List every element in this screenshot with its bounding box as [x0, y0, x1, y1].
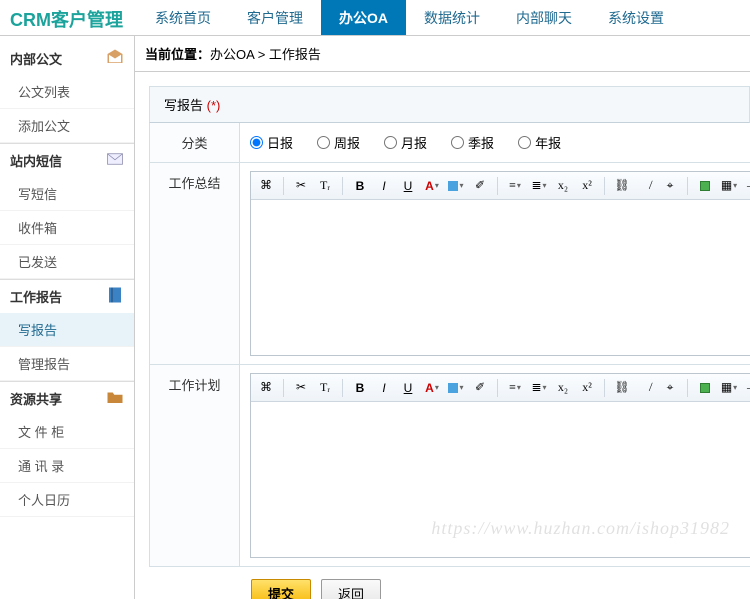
anchor-icon[interactable]: ⌖	[661, 177, 679, 195]
radio-周报[interactable]: 周报	[317, 133, 360, 152]
image-icon[interactable]	[696, 379, 714, 397]
sup-icon[interactable]: x²	[578, 379, 596, 397]
table-icon[interactable]: ▦	[720, 379, 738, 397]
eraser-icon[interactable]: ✐	[471, 379, 489, 397]
underline-icon[interactable]: U	[399, 379, 417, 397]
list-icon[interactable]: ≣	[530, 379, 548, 397]
editor-toolbar: ⌘✂TᵣBIUA✐≡≣x₂x²⛓⛓̸⌖▦—☺▶W⛶	[251, 374, 750, 402]
sidebar-item-收件箱[interactable]: 收件箱	[0, 211, 134, 245]
sidebar-item-文件柜[interactable]: 文 件 柜	[0, 415, 134, 449]
notebook-icon	[106, 286, 124, 307]
fontcolor-icon[interactable]: A	[423, 177, 441, 195]
radio-季报[interactable]: 季报	[451, 133, 494, 152]
sub-icon[interactable]: x₂	[554, 177, 572, 195]
unlink-icon[interactable]: ⛓̸	[637, 379, 655, 397]
sidebar-item-添加公文[interactable]: 添加公文	[0, 109, 134, 143]
field-label-plan: 工作计划	[150, 365, 240, 566]
source-icon[interactable]: ⌘	[257, 379, 275, 397]
category-radios: 日报 周报 月报 季报 年报	[250, 131, 740, 154]
sidebar-item-管理报告[interactable]: 管理报告	[0, 347, 134, 381]
sidebar-group-内部公文[interactable]: 内部公文	[0, 42, 134, 75]
align-icon[interactable]: ≡	[506, 379, 524, 397]
sidebar: 内部公文公文列表添加公文站内短信写短信收件箱已发送工作报告写报告管理报告资源共享…	[0, 36, 135, 599]
top-nav: CRM客户管理 系统首页客户管理办公OA数据统计内部聊天系统设置	[0, 0, 750, 36]
image-icon[interactable]	[696, 177, 714, 195]
hr-icon[interactable]: —	[744, 379, 750, 397]
italic-icon[interactable]: I	[375, 379, 393, 397]
bold-icon[interactable]: B	[351, 177, 369, 195]
mail-open-icon	[106, 48, 124, 69]
link-icon[interactable]: ⛓	[613, 379, 631, 397]
table-icon[interactable]: ▦	[720, 177, 738, 195]
sidebar-group-工作报告[interactable]: 工作报告	[0, 280, 134, 313]
cut-icon[interactable]: ✂	[292, 177, 310, 195]
nav-办公OA[interactable]: 办公OA	[321, 0, 406, 35]
format-icon[interactable]: Tᵣ	[316, 177, 334, 195]
sidebar-item-已发送[interactable]: 已发送	[0, 245, 134, 279]
radio-年报[interactable]: 年报	[518, 133, 561, 152]
sidebar-group-站内短信[interactable]: 站内短信	[0, 144, 134, 177]
sidebar-group-资源共享[interactable]: 资源共享	[0, 382, 134, 415]
eraser-icon[interactable]: ✐	[471, 177, 489, 195]
sup-icon[interactable]: x²	[578, 177, 596, 195]
sidebar-item-写短信[interactable]: 写短信	[0, 177, 134, 211]
folder-icon	[106, 388, 124, 409]
editor-summary: ⌘✂TᵣBIUA✐≡≣x₂x²⛓⛓̸⌖▦—☺▶W⛶	[250, 171, 750, 356]
highlight-icon[interactable]	[447, 379, 465, 397]
hr-icon[interactable]: —	[744, 177, 750, 195]
list-icon[interactable]: ≣	[530, 177, 548, 195]
format-icon[interactable]: Tᵣ	[316, 379, 334, 397]
bold-icon[interactable]: B	[351, 379, 369, 397]
back-button[interactable]: 返回	[321, 579, 381, 599]
underline-icon[interactable]: U	[399, 177, 417, 195]
field-label-category: 分类	[150, 123, 240, 162]
cut-icon[interactable]: ✂	[292, 379, 310, 397]
field-label-summary: 工作总结	[150, 163, 240, 364]
sidebar-item-公文列表[interactable]: 公文列表	[0, 75, 134, 109]
nav-系统首页[interactable]: 系统首页	[137, 0, 229, 35]
nav-数据统计[interactable]: 数据统计	[406, 0, 498, 35]
sidebar-item-通讯录[interactable]: 通 讯 录	[0, 449, 134, 483]
link-icon[interactable]: ⛓	[613, 177, 631, 195]
unlink-icon[interactable]: ⛓̸	[637, 177, 655, 195]
nav-内部聊天[interactable]: 内部聊天	[498, 0, 590, 35]
nav-系统设置[interactable]: 系统设置	[590, 0, 682, 35]
editor-plan-textarea[interactable]	[251, 402, 750, 552]
app-logo: CRM客户管理	[0, 0, 137, 35]
nav-客户管理[interactable]: 客户管理	[229, 0, 321, 35]
source-icon[interactable]: ⌘	[257, 177, 275, 195]
anchor-icon[interactable]: ⌖	[661, 379, 679, 397]
fontcolor-icon[interactable]: A	[423, 379, 441, 397]
sub-icon[interactable]: x₂	[554, 379, 572, 397]
breadcrumb: 当前位置：办公OA > 工作报告	[135, 36, 750, 72]
button-bar: 提交 返回	[149, 567, 750, 599]
editor-plan: ⌘✂TᵣBIUA✐≡≣x₂x²⛓⛓̸⌖▦—☺▶W⛶	[250, 373, 750, 558]
panel-title: 写报告 (*)	[149, 86, 750, 123]
radio-月报[interactable]: 月报	[384, 133, 427, 152]
align-icon[interactable]: ≡	[506, 177, 524, 195]
editor-toolbar: ⌘✂TᵣBIUA✐≡≣x₂x²⛓⛓̸⌖▦—☺▶W⛶	[251, 172, 750, 200]
submit-button[interactable]: 提交	[251, 579, 311, 599]
envelope-icon	[106, 150, 124, 171]
editor-summary-textarea[interactable]	[251, 200, 750, 350]
radio-日报[interactable]: 日报	[250, 133, 293, 152]
highlight-icon[interactable]	[447, 177, 465, 195]
italic-icon[interactable]: I	[375, 177, 393, 195]
sidebar-item-个人日历[interactable]: 个人日历	[0, 483, 134, 517]
sidebar-item-写报告[interactable]: 写报告	[0, 313, 134, 347]
